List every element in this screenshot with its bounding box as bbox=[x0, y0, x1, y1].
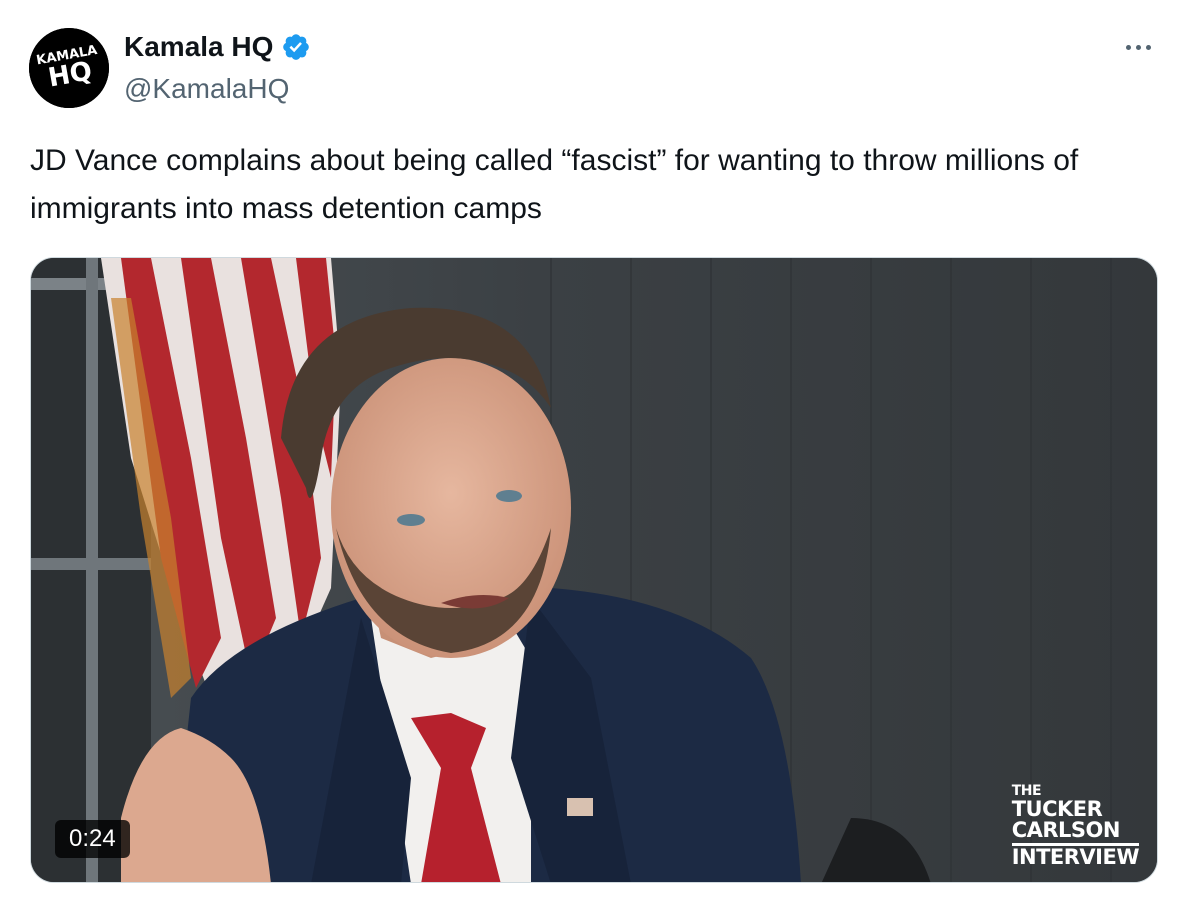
video-frame bbox=[31, 258, 1157, 882]
watermark-line-2: TUCKER bbox=[1011, 797, 1103, 821]
watermark-line-3: CARLSON bbox=[1011, 818, 1121, 842]
author-display-name[interactable]: Kamala HQ bbox=[124, 30, 311, 64]
video-player[interactable]: 0:24 THE TUCKER CARLSON INTERVIEW bbox=[30, 257, 1158, 883]
video-watermark: THE TUCKER CARLSON INTERVIEW bbox=[1011, 783, 1140, 869]
avatar[interactable]: KAMALA HQ bbox=[29, 28, 109, 108]
more-icon[interactable] bbox=[1118, 32, 1158, 62]
display-name-text: Kamala HQ bbox=[124, 31, 274, 62]
watermark-line-4: INTERVIEW bbox=[1011, 843, 1140, 869]
author-handle[interactable]: @KamalaHQ bbox=[124, 72, 289, 106]
video-duration-badge: 0:24 bbox=[55, 820, 130, 858]
verified-badge-icon[interactable] bbox=[281, 32, 311, 62]
tweet-text: JD Vance complains about being called “f… bbox=[30, 144, 1079, 225]
